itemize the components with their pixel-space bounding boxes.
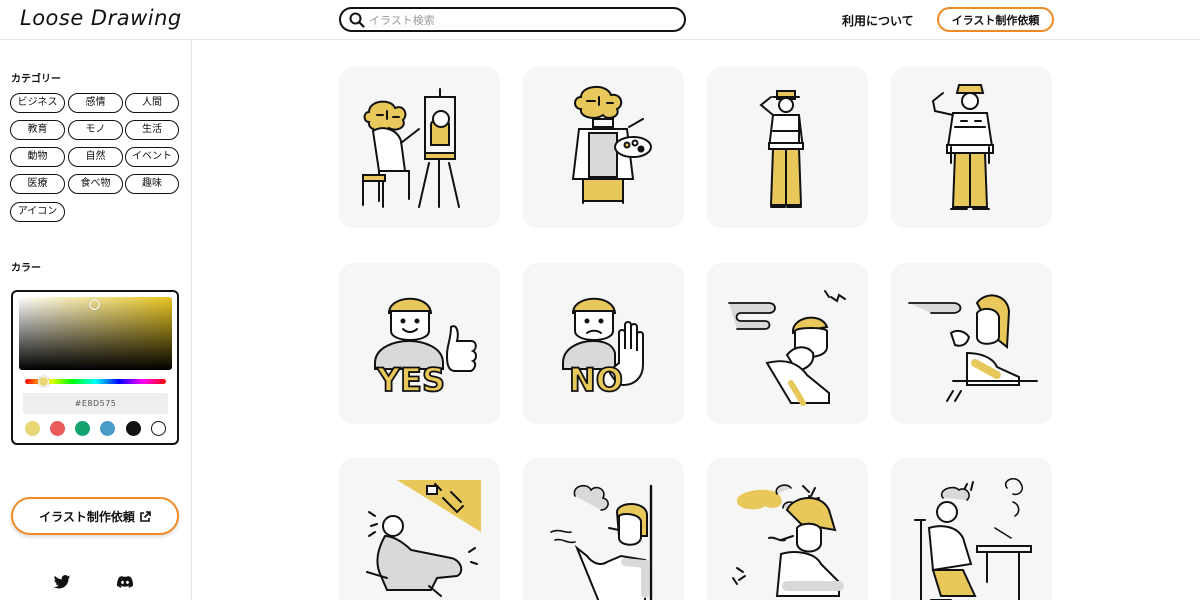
illustration-card-brain-artist[interactable] (523, 67, 684, 228)
illustration-card-fallen-syringe[interactable] (339, 458, 500, 600)
top-header: Loose Drawing 利用について イラスト制作依頼 (0, 0, 1200, 40)
site-logo[interactable]: Loose Drawing (20, 6, 182, 30)
color-picker: #E8D575 (11, 290, 179, 445)
search-icon (349, 12, 365, 28)
discord-icon[interactable] (116, 573, 134, 591)
category-tag[interactable]: 人間 (125, 93, 179, 113)
saturation-area[interactable] (19, 297, 172, 370)
illustration-image (550, 484, 653, 600)
illustration-image: NO (562, 297, 644, 400)
illustration-card-brain-painter[interactable] (339, 67, 500, 228)
illustration-image (728, 290, 846, 406)
category-tag[interactable]: 趣味 (125, 174, 179, 194)
category-tag[interactable]: 動物 (10, 147, 65, 167)
illustration-image: YES (374, 297, 477, 400)
illustration-image (366, 480, 481, 597)
external-link-icon (140, 510, 151, 522)
about-link[interactable]: 利用について (842, 12, 914, 29)
category-tag[interactable]: 食べ物 (68, 174, 123, 194)
color-swatch-yellow[interactable] (25, 421, 40, 436)
no-text: NO (569, 361, 623, 399)
twitter-icon[interactable] (53, 573, 71, 591)
sidebar: カテゴリー ビジネス 感情 人間 教育 モノ 生活 動物 自然 イベント 医療 … (0, 41, 192, 600)
category-tag[interactable]: 医療 (10, 174, 65, 194)
category-title: カテゴリー (11, 74, 61, 85)
illustration-card-yes[interactable]: YES (339, 263, 500, 424)
category-tag[interactable]: 生活 (125, 120, 179, 140)
illustration-card-woman-smoke[interactable] (891, 263, 1052, 424)
hue-handle[interactable] (38, 376, 49, 387)
illustration-image (908, 294, 1038, 402)
color-swatch-red[interactable] (50, 421, 65, 436)
illustration-image (362, 88, 460, 208)
illustration-card-woman-smoking[interactable] (707, 458, 868, 600)
illustration-card-police-salute[interactable] (707, 67, 868, 228)
color-swatch-blue[interactable] (100, 421, 115, 436)
illustration-image (759, 90, 805, 208)
illustration-card-man-desk[interactable] (891, 458, 1052, 600)
yes-text: YES (376, 361, 445, 399)
search-box[interactable] (339, 7, 686, 32)
illustration-card-officer-salute[interactable] (891, 67, 1052, 228)
illustration-image (914, 477, 1032, 600)
color-swatch-black[interactable] (126, 421, 141, 436)
illustration-image (732, 484, 844, 597)
category-tag[interactable]: ビジネス (10, 93, 65, 113)
search-input[interactable] (369, 11, 669, 29)
hex-value-field[interactable]: #E8D575 (23, 393, 168, 414)
request-illustration-side-button[interactable]: イラスト制作依頼 (11, 497, 179, 535)
color-swatch-green[interactable] (75, 421, 90, 436)
request-illustration-button[interactable]: イラスト制作依頼 (937, 7, 1054, 32)
illustration-image (571, 86, 652, 204)
category-tag[interactable]: 自然 (68, 147, 123, 167)
category-tag[interactable]: アイコン (10, 202, 65, 222)
color-title: カラー (11, 263, 41, 274)
saturation-handle[interactable] (89, 299, 100, 310)
illustration-card-boy-smoke[interactable] (707, 263, 868, 424)
illustration-image (931, 84, 995, 210)
illustration-card-man-smoking[interactable] (523, 458, 684, 600)
illustration-card-no[interactable]: NO (523, 263, 684, 424)
category-tag[interactable]: 感情 (68, 93, 123, 113)
color-swatch-white[interactable] (151, 421, 166, 436)
category-tag[interactable]: モノ (68, 120, 123, 140)
category-tag[interactable]: イベント (125, 147, 179, 167)
request-button-label: イラスト制作依頼 (39, 509, 135, 524)
category-tag[interactable]: 教育 (10, 120, 65, 140)
